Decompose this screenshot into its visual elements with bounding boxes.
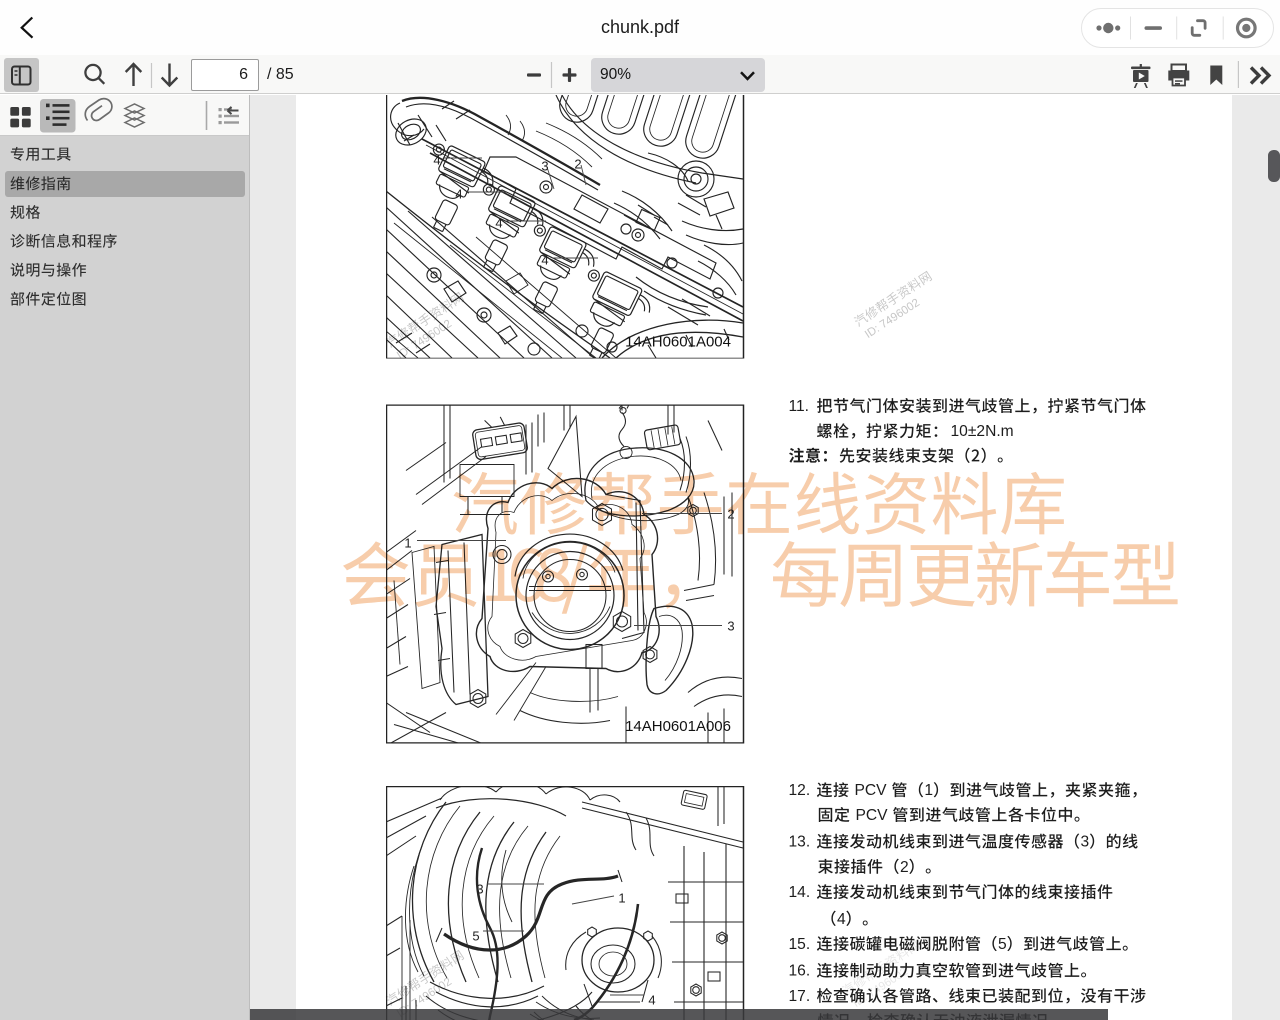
svg-text:ID: 7496002: ID: 7496002 [851, 966, 910, 1010]
svg-text:ID: 7496002: ID: 7496002 [863, 297, 922, 341]
svg-text:ID: 7496002: ID: 7496002 [395, 318, 454, 362]
